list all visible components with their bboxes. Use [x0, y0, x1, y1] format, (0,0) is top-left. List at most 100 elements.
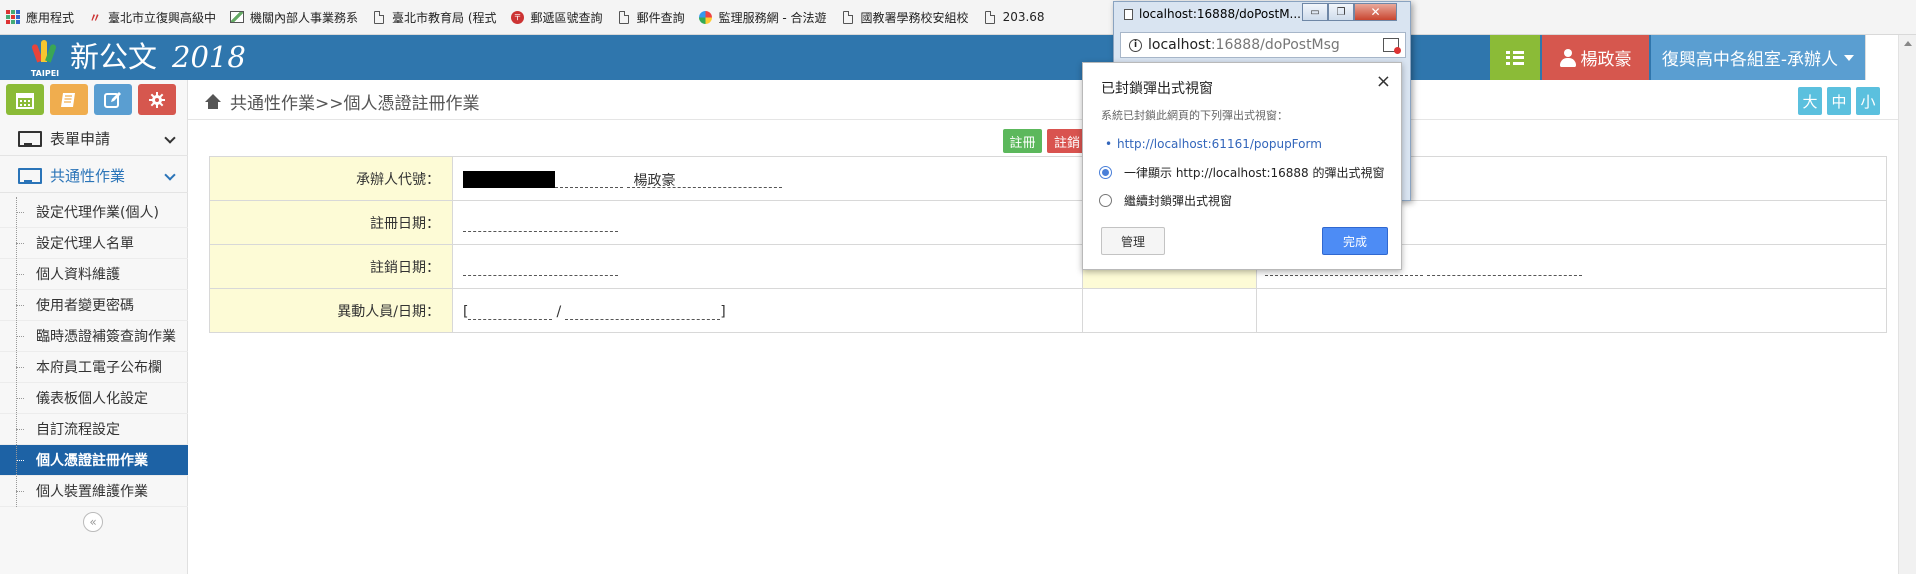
- underline: [1427, 258, 1583, 276]
- field-value: [452, 200, 1083, 245]
- bracket-close: ]: [720, 303, 726, 320]
- calendar-icon: [16, 92, 34, 109]
- field-label: 異動人員/日期：: [209, 288, 453, 333]
- manage-button[interactable]: 管理: [1101, 227, 1165, 255]
- settings-button[interactable]: [138, 84, 176, 115]
- bubble-title: 已封鎖彈出式視窗: [1101, 81, 1213, 97]
- url-host: localhost: [1148, 37, 1211, 53]
- sidebar-item[interactable]: 設定代理作業(個人): [0, 197, 188, 228]
- sidebar-item[interactable]: 自訂流程設定: [0, 414, 188, 445]
- modify-date: [565, 302, 721, 320]
- bookmark-label: 203.68: [1002, 10, 1045, 24]
- chevron-down-icon: [164, 169, 176, 181]
- globe-icon: [699, 10, 713, 24]
- info-icon[interactable]: i: [1129, 38, 1142, 52]
- font-small-button[interactable]: 小: [1856, 87, 1880, 115]
- menu-section-label: 表單申請: [50, 130, 111, 148]
- redacted-id: [463, 170, 555, 188]
- sidebar-item[interactable]: 設定代理人名單: [0, 228, 188, 259]
- breadcrumb-bar: 共通性作業>>個人憑證註冊作業 大 中 小: [188, 80, 1898, 120]
- field-label: 註銷日期：: [209, 244, 453, 289]
- popup-title: localhost:16888/doPostM...: [1124, 7, 1301, 21]
- blocked-popup-link[interactable]: http://localhost:61161/popupForm: [1105, 137, 1322, 151]
- double-chevron-left-icon: «: [89, 515, 97, 529]
- home-icon[interactable]: [204, 93, 222, 110]
- bookmark-label: 郵遞區號查詢: [530, 10, 603, 25]
- list-button[interactable]: [1490, 35, 1540, 80]
- sidebar-item-label: 儀表板個人化設定: [36, 391, 148, 407]
- bookmark-label: 機關內部人事業務系: [250, 10, 359, 25]
- user-button[interactable]: 楊政豪: [1542, 35, 1649, 80]
- option-allow-label: 一律顯示 http://localhost:16888 的彈出式視窗: [1124, 166, 1385, 180]
- restore-button[interactable]: ❐: [1328, 3, 1354, 21]
- sidebar-item[interactable]: 使用者變更密碼: [0, 290, 188, 321]
- list-icon: [1506, 50, 1524, 65]
- bookmark-item[interactable]: 國教署學務校安組校: [841, 9, 969, 26]
- bookmark-apps[interactable]: 應用程式: [6, 9, 74, 26]
- bookmark-item[interactable]: 〒 郵遞區號查詢: [511, 9, 603, 26]
- slash: /: [556, 303, 562, 320]
- option-allow[interactable]: 一律顯示 http://localhost:16888 的彈出式視窗: [1099, 164, 1384, 181]
- menu-section-forms[interactable]: 表單申請: [0, 122, 188, 156]
- sidebar-toolbar: [6, 84, 176, 115]
- font-large-button[interactable]: 大: [1798, 87, 1822, 115]
- page-scrollbar[interactable]: [1898, 35, 1916, 574]
- sidebar-item-label: 自訂流程設定: [36, 422, 120, 438]
- bookmark-item[interactable]: 郵件查詢: [617, 9, 685, 26]
- monitor-icon: [18, 168, 42, 184]
- popup-url-bar[interactable]: i localhost:16888/doPostMsg: [1120, 32, 1406, 58]
- field-label: 註冊日期：: [209, 200, 453, 245]
- bookmarks-bar: 應用程式 〃 臺北市立復興高級中 機關內部人事業務系 臺北市教育局 (程式 〒 …: [0, 0, 1916, 35]
- sidebar-item-label: 臨時憑證補簽查詢作業: [36, 329, 176, 345]
- sidebar-item[interactable]: 個人資料維護: [0, 259, 188, 290]
- caret-down-icon: [1844, 54, 1855, 61]
- sidebar-item-label: 本府員工電子公布欄: [36, 360, 162, 376]
- notebook-button[interactable]: [50, 84, 88, 115]
- sidebar-item-active[interactable]: 個人憑證註冊作業: [0, 445, 188, 476]
- sidebar-item-label: 設定代理人名單: [36, 236, 134, 252]
- done-button[interactable]: 完成: [1322, 227, 1388, 255]
- bookmark-item[interactable]: 臺北市教育局 (程式: [372, 9, 497, 26]
- radio-allow[interactable]: [1099, 166, 1112, 179]
- option-block[interactable]: 繼續封鎖彈出式視窗: [1099, 192, 1232, 209]
- field-value: 楊政豪: [452, 156, 1083, 201]
- certificate-form: 承辦人代號： 楊政豪 註冊日期： 註銷日期： 異動人員/日期： [/]: [209, 156, 1887, 333]
- dept-dropdown[interactable]: 復興高中各組室-承辦人: [1651, 35, 1865, 80]
- bookmark-item[interactable]: 監理服務網 - 合法遊: [699, 9, 827, 26]
- popup-blocked-bubble: 已封鎖彈出式視窗 × 系統已封鎖此網頁的下列彈出式視窗： http://loca…: [1082, 62, 1402, 270]
- user-name: 楊政豪: [1580, 50, 1632, 70]
- tree-line: [16, 197, 17, 507]
- popup-blocked-icon[interactable]: [1383, 38, 1401, 54]
- document-icon: [372, 10, 386, 24]
- monitor-icon: [18, 131, 42, 147]
- sidebar-item[interactable]: 本府員工電子公布欄: [0, 352, 188, 383]
- revoke-button[interactable]: 註銷: [1047, 129, 1087, 153]
- scroll-up-icon[interactable]: [1904, 41, 1912, 46]
- font-medium-button[interactable]: 中: [1827, 87, 1851, 115]
- breadcrumb-text: 共通性作業>>個人憑證註冊作業: [230, 94, 480, 114]
- radio-block[interactable]: [1099, 194, 1112, 207]
- bubble-description: 系統已封鎖此網頁的下列彈出式視窗：: [1101, 109, 1288, 122]
- app-header: TAIPEI 新公文 2018 楊政豪 復興高中各組室-承辦人: [0, 35, 1916, 80]
- bookmark-label: 國教署學務校安組校: [860, 10, 969, 25]
- sidebar-item-label: 個人裝置維護作業: [36, 484, 148, 500]
- minimize-button[interactable]: ▭: [1302, 3, 1328, 21]
- close-window-button[interactable]: ✕: [1354, 3, 1397, 21]
- bookmark-item[interactable]: 203.68: [983, 10, 1045, 24]
- sidebar-item[interactable]: 個人裝置維護作業: [0, 476, 188, 507]
- edit-icon: [104, 91, 121, 108]
- menu-section-common[interactable]: 共通性作業: [0, 159, 188, 193]
- close-icon[interactable]: ×: [1376, 71, 1391, 92]
- sidebar-item[interactable]: 臨時憑證補簽查詢作業: [0, 321, 188, 352]
- sidebar-item[interactable]: 儀表板個人化設定: [0, 383, 188, 414]
- sidebar-item-label: 使用者變更密碼: [36, 298, 134, 314]
- document-icon: [983, 10, 997, 24]
- underline: [555, 170, 623, 188]
- bookmark-item[interactable]: 〃 臺北市立復興高級中: [88, 9, 216, 26]
- calendar-button[interactable]: [6, 84, 44, 115]
- bookmark-item[interactable]: 機關內部人事業務系: [230, 9, 358, 26]
- sidebar-item-label: 設定代理作業(個人): [36, 205, 159, 221]
- sidebar-collapse-button[interactable]: «: [83, 512, 103, 532]
- register-button[interactable]: 註冊: [1003, 129, 1042, 153]
- edit-button[interactable]: [94, 84, 132, 115]
